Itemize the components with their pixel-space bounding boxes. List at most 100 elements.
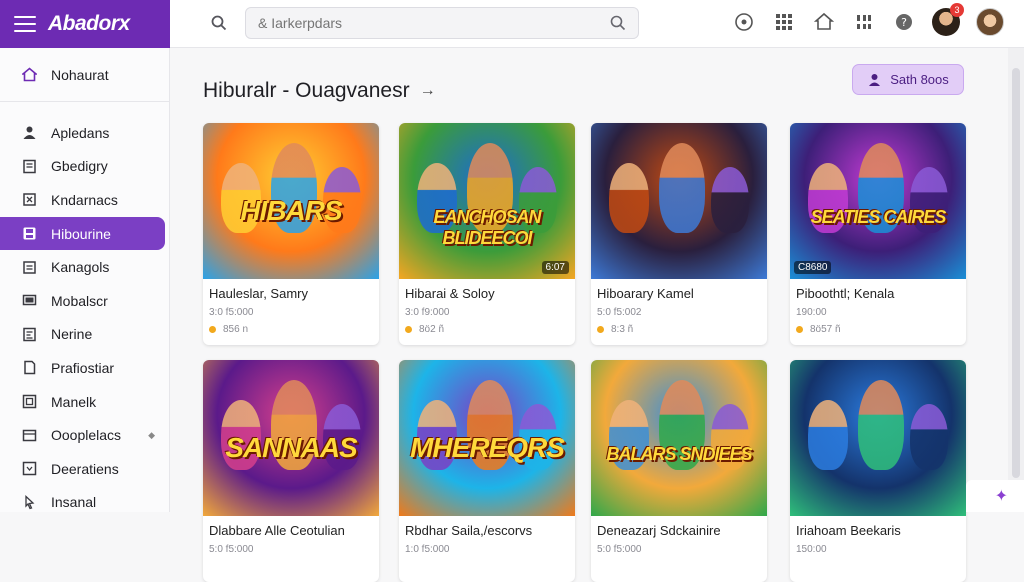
search-field[interactable] [245,7,639,39]
card-rating: 8ö2 ñ [405,324,569,335]
character-figure [609,163,649,233]
section-title[interactable]: Hiburalr - Ouagvanesr → [203,79,436,103]
game-card[interactable]: Iriahoam Beekaris 150:00 [790,360,966,582]
sidebar-item-label: Manelk [51,393,97,410]
save-icon [22,226,37,241]
section-title-text: Hiburalr - Ouagvanesr [203,79,410,102]
game-thumbnail[interactable]: EANCHOSAN BLIDEECOI 6:07 [399,123,575,279]
scrollbar[interactable] [1008,48,1024,512]
search-submit-icon[interactable] [610,15,626,36]
app-logo[interactable]: Abadorx [48,12,130,36]
game-card[interactable]: Hiboarary Kamel 5:0 f5:002 8:3 ñ [591,123,767,345]
sidebar-item-1[interactable]: Gbedigry [0,150,169,184]
help-icon[interactable]: ? [892,8,916,36]
sidebar-item-label: Gbedigry [51,158,108,175]
gamepad-icon[interactable] [732,8,756,36]
search-icon[interactable] [202,8,236,38]
game-card[interactable]: SANNAAS Dlabbare Alle Ceotulian 5:0 f5:000 [203,360,379,582]
character-figure [910,404,948,470]
notification-badge: 3 [950,3,964,17]
game-card[interactable]: SEATIES CAIRES C8680 Piboothtl; Kenala 190:… [790,123,966,345]
card-info: Deneazarj Sdckainire 5:0 f5:000 [591,516,767,562]
start-button[interactable]: Sath 8oos [852,64,964,95]
sidebar-item-2[interactable]: Kndarnacs [0,183,169,217]
grid-icon[interactable] [772,8,796,36]
thumbnail-title: MHEREQRS [410,432,565,463]
sidebar-item-label: Insanal [51,494,97,511]
game-card[interactable]: HIBARS Hauleslar, Samry 3:0 f5:000 856 n [203,123,379,345]
game-card[interactable]: MHEREQRS Rbdhar Saila,/escorvs 1:0 f5:000 [399,360,575,582]
card-rating: 8ö57 ñ [796,324,960,335]
main-content: Hiburalr - Ouagvanesr → Sath 8oos HIBARS… [170,48,1008,582]
key-icon [22,192,37,207]
card-info: Iriahoam Beekaris 150:00 [790,516,966,562]
person-icon [22,125,37,140]
card-title[interactable]: Deneazarj Sdckainire [597,523,761,538]
person-icon [867,72,882,87]
rating-dot-icon [597,326,604,333]
game-thumbnail[interactable] [591,123,767,279]
card-info: Hibarai & Soloy 3:0 f9:000 8ö2 ñ [399,279,575,342]
thumbnail-title: HIBARS [240,195,342,226]
puzzle-icon[interactable]: ✦ [966,480,1024,512]
game-thumbnail[interactable]: HIBARS [203,123,379,279]
card-title[interactable]: Dlabbare Alle Ceotulian [209,523,373,538]
sidebar-item-10[interactable]: Deeratiens [0,452,169,486]
sidebar-item-label: Apledans [51,124,110,141]
sidebar-item-9[interactable]: Oooplelacs ◆ [0,418,169,452]
apps-icon[interactable] [852,8,876,36]
game-card[interactable]: EANCHOSAN BLIDEECOI 6:07 Hibarai & Soloy 3:… [399,123,575,345]
game-thumbnail[interactable]: MHEREQRS [399,360,575,516]
home-outline-icon[interactable] [812,8,836,36]
sidebar-item-3[interactable]: Hibourine [0,216,165,251]
sidebar-item-6[interactable]: Nerine [0,318,169,352]
game-thumbnail[interactable]: SEATIES CAIRES C8680 [790,123,966,279]
frame-icon [22,394,37,409]
card-meta: 1:0 f5:000 [405,544,450,555]
sidebar-item-8[interactable]: Manelk [0,385,169,419]
top-bar: Abadorx ? 3 [0,0,1024,48]
game-thumbnail[interactable]: BALARS SNDIEES [591,360,767,516]
svg-text:?: ? [901,16,907,29]
search-input[interactable] [258,15,588,31]
game-thumbnail[interactable]: SANNAAS [203,360,379,516]
rating-dot-icon [405,326,412,333]
card-meta: 190:00 [796,307,827,318]
card-title[interactable]: Piboothtl; Kenala [796,286,960,301]
card-title[interactable]: Hauleslar, Samry [209,286,373,301]
card-title[interactable]: Rbdhar Saila,/escorvs [405,523,569,538]
sidebar-item-label: Hibourine [51,225,111,242]
game-thumbnail[interactable] [790,360,966,516]
sidebar-item-5[interactable]: Mobalscr [0,284,169,318]
sidebar-item-home[interactable]: Nohaurat [0,48,169,102]
sidebar-item-label: Deeratiens [51,460,119,477]
sidebar-item-7[interactable]: Prafiostiar [0,351,169,385]
card-info: Hauleslar, Samry 3:0 f5:000 856 n [203,279,379,342]
card-title[interactable]: Iriahoam Beekaris [796,523,960,538]
card-rating: 856 n [209,324,373,335]
list-icon [22,260,37,275]
secondary-avatar[interactable] [976,8,1004,36]
scrollbar-thumb[interactable] [1012,68,1020,478]
thumbnail-title: SEATIES CAIRES [810,207,947,227]
sidebar-item-4[interactable]: Kanagols [0,250,169,284]
expand-icon[interactable]: ◆ [148,430,155,441]
hamburger-menu-icon[interactable] [14,16,36,32]
sidebar-item-label: Nerine [51,326,93,343]
card-meta: 150:00 [796,544,827,555]
sidebar-item-11[interactable]: Insanal [0,486,169,520]
text-lines-icon [22,327,37,342]
user-avatar[interactable]: 3 [932,3,964,36]
character-figure [659,143,705,233]
sidebar: Nohaurat Apledans Gbedigry Kndarnacs Hibour… [0,48,170,512]
character-figure [808,400,848,470]
sidebar-item-label: Kndarnacs [51,191,118,208]
card-info: Hiboarary Kamel 5:0 f5:002 8:3 ñ [591,279,767,342]
brand-bar: Abadorx [0,0,170,48]
sidebar-item-0[interactable]: Apledans [0,116,169,150]
sidebar-item-label: Prafiostiar [51,359,115,376]
card-title[interactable]: Hiboarary Kamel [597,286,761,301]
card-rating: 8:3 ñ [597,324,761,335]
game-card[interactable]: BALARS SNDIEES Deneazarj Sdckainire 5:0 f5… [591,360,767,582]
card-title[interactable]: Hibarai & Soloy [405,286,569,301]
